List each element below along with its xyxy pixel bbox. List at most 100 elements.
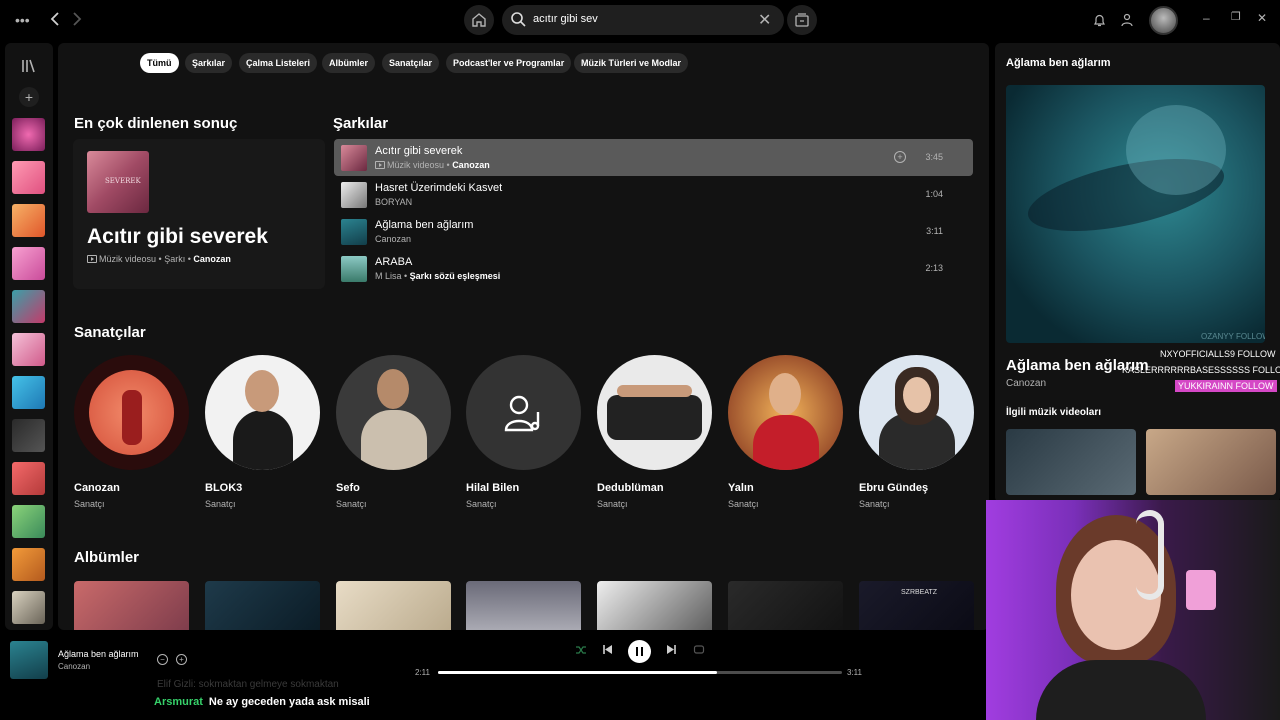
chat-message: Arsmurat Ne ay geceden yada ask misali: [154, 696, 370, 708]
artist-photo: [205, 355, 320, 470]
now-playing-artist[interactable]: Canozan: [1006, 378, 1046, 389]
player-artist[interactable]: Canozan: [58, 662, 90, 671]
album-card[interactable]: [466, 581, 581, 630]
filter-chip-podcasts[interactable]: Podcast'ler ve Programlar: [446, 53, 572, 73]
library-item-thumb[interactable]: [12, 419, 45, 452]
previous-track-icon[interactable]: [602, 644, 613, 658]
library-item-thumb[interactable]: [12, 247, 45, 280]
minimize-window-icon[interactable]: –: [1203, 12, 1210, 24]
search-field[interactable]: acıtır gibi sev ✕: [502, 5, 784, 35]
song-artist: BORYAN: [375, 197, 413, 207]
top-result-cover: SEVEREK: [87, 151, 149, 213]
library-icon[interactable]: [21, 59, 37, 76]
player-cover[interactable]: [10, 641, 48, 679]
close-window-icon[interactable]: ✕: [1257, 12, 1267, 24]
artist-name: Dedublüman: [597, 482, 664, 494]
chat-text: Ne ay geceden yada ask misali: [208, 696, 370, 708]
artist-photo: [74, 355, 189, 470]
song-duration: 2:13: [925, 263, 943, 273]
artist-card[interactable]: Hilal Bilen Sanatçı: [466, 355, 584, 509]
filter-chip-playlists[interactable]: Çalma Listeleri: [239, 53, 318, 73]
library-item-thumb[interactable]: [12, 376, 45, 409]
filter-chip-genres[interactable]: Müzik Türleri ve Modlar: [574, 53, 689, 73]
related-video-thumb[interactable]: [1006, 429, 1136, 495]
artist-name: Canozan: [74, 482, 120, 494]
album-card[interactable]: [336, 581, 451, 630]
album-card[interactable]: SZRBEATZ: [859, 581, 974, 630]
home-button[interactable]: [464, 5, 494, 35]
maximize-window-icon[interactable]: ❐: [1231, 12, 1241, 23]
song-duration: 1:04: [925, 189, 943, 199]
song-row[interactable]: Acıtır gibi severek Müzik videosu • Cano…: [334, 139, 973, 176]
song-row[interactable]: Hasret Üzerimdeki Kasvet BORYAN 1:04: [334, 176, 973, 213]
artist-role: Sanatçı: [336, 499, 367, 509]
friend-activity-icon[interactable]: [1120, 13, 1134, 31]
forward-arrow-icon[interactable]: [72, 12, 82, 30]
clear-search-icon[interactable]: ✕: [758, 10, 771, 30]
artist-name: Hilal Bilen: [466, 482, 520, 494]
album-label: SZRBEATZ: [901, 589, 938, 596]
progress-bar[interactable]: [438, 671, 842, 674]
song-row[interactable]: ARABA M Lisa • Şarkı sözü eşleşmesi 2:13: [334, 250, 973, 287]
filter-chip-all[interactable]: Tümü: [140, 53, 179, 73]
artist-photo: [728, 355, 843, 470]
song-thumb: [341, 219, 367, 245]
song-row[interactable]: Ağlama ben ağlarım Canozan 3:11: [334, 213, 973, 250]
add-to-library-icon[interactable]: +: [894, 151, 906, 163]
user-avatar[interactable]: [1149, 6, 1178, 35]
artist-card[interactable]: BLOK3 Sanatçı: [205, 355, 323, 509]
library-item-thumb[interactable]: [12, 548, 45, 581]
filter-chip-songs[interactable]: Şarkılar: [185, 53, 233, 73]
browse-button[interactable]: [787, 5, 817, 35]
artist-card[interactable]: Sefo Sanatçı: [336, 355, 454, 509]
next-track-icon[interactable]: [666, 644, 677, 658]
player-title[interactable]: Ağlama ben ağlarım: [58, 649, 139, 659]
library-item-thumb[interactable]: [12, 118, 45, 151]
library-item-thumb[interactable]: [12, 591, 45, 624]
library-item-thumb[interactable]: [12, 462, 45, 495]
filter-chip-artists[interactable]: Sanatçılar: [382, 53, 440, 73]
repeat-icon[interactable]: [693, 644, 705, 658]
pause-button[interactable]: [628, 640, 651, 663]
album-card[interactable]: [74, 581, 189, 630]
library-item-thumb[interactable]: [12, 505, 45, 538]
notification-bell-icon[interactable]: [1093, 13, 1106, 31]
related-video-thumb[interactable]: [1146, 429, 1276, 495]
elapsed-time: 2:11: [415, 668, 430, 677]
song-duration: 3:11: [926, 226, 943, 236]
artist-name: Yalın: [728, 482, 754, 494]
chat-ghost-message: Elif Gizli: sokmaktan gelmeye sokmaktan: [157, 679, 339, 690]
stream-overlay-follow: NXYOFFICIALLS9 FOLLOW: [1160, 349, 1276, 359]
library-item-thumb[interactable]: [12, 204, 45, 237]
artist-card[interactable]: Dedublüman Sanatçı: [597, 355, 715, 509]
search-icon: [511, 12, 526, 27]
now-playing-video[interactable]: OZANYY FOLLOW: [1006, 85, 1265, 343]
albums-heading: Albümler: [74, 549, 140, 566]
artist-card[interactable]: Ebru Gündeş Sanatçı: [859, 355, 977, 509]
library-item-thumb[interactable]: [12, 290, 45, 323]
remove-icon[interactable]: −: [157, 654, 168, 665]
library-item-thumb[interactable]: [12, 161, 45, 194]
artist-name: Sefo: [336, 482, 360, 494]
artist-card[interactable]: Canozan Sanatçı: [74, 355, 192, 509]
progress-fill: [438, 671, 717, 674]
artist-card[interactable]: Yalın Sanatçı: [728, 355, 846, 509]
library-sidebar: +: [5, 43, 53, 630]
stream-overlay-follow: OZANYY FOLLOW: [1201, 332, 1265, 341]
song-title: Acıtır gibi severek: [375, 145, 463, 157]
now-playing-view: Ağlama ben ağlarım OZANYY FOLLOW Ağlama …: [995, 43, 1280, 503]
add-icon[interactable]: +: [176, 654, 187, 665]
more-menu-icon[interactable]: •••: [15, 13, 30, 27]
song-thumb: [341, 256, 367, 282]
top-result-card[interactable]: SEVEREK Acıtır gibi severek Müzik videos…: [73, 139, 325, 289]
album-card[interactable]: [597, 581, 712, 630]
create-playlist-button[interactable]: +: [19, 87, 39, 107]
search-input[interactable]: acıtır gibi sev: [533, 13, 598, 25]
back-arrow-icon[interactable]: [50, 12, 60, 30]
album-card[interactable]: [205, 581, 320, 630]
library-item-thumb[interactable]: [12, 333, 45, 366]
filter-chip-albums[interactable]: Albümler: [322, 53, 376, 73]
shuffle-icon[interactable]: [575, 644, 587, 659]
artist-photo: [466, 355, 581, 470]
album-card[interactable]: [728, 581, 843, 630]
